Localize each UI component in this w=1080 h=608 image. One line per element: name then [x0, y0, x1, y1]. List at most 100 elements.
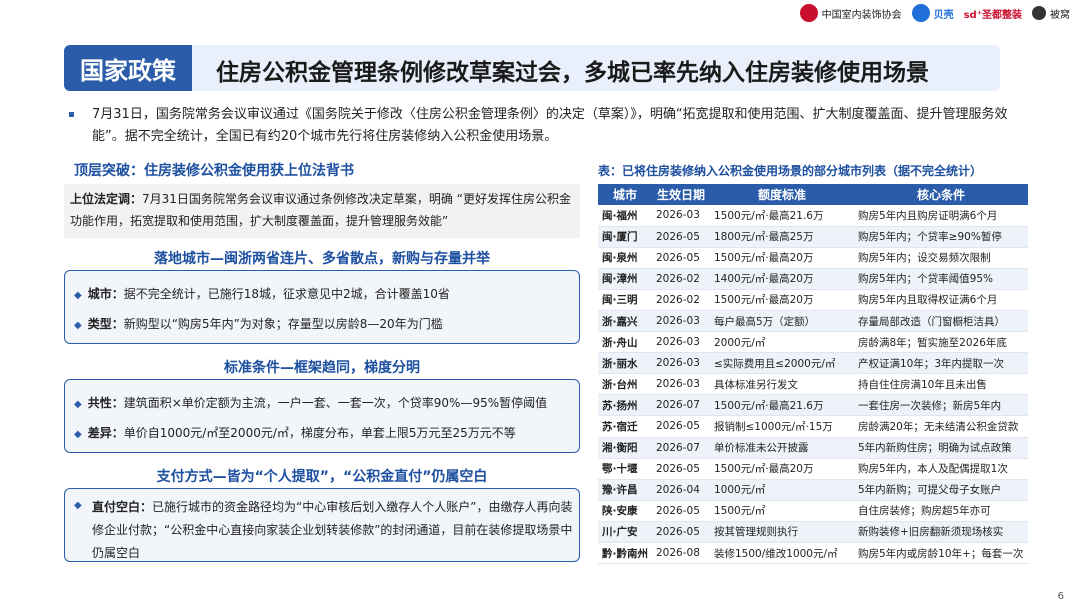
section-title-payment: 支付方式—皆为“个人提取”，“公积金直付”仍属空白 [156, 469, 488, 485]
cell-quota: 1500元/㎡·最高21.6万 [710, 205, 854, 227]
table-row: 闽·漳州 2026-02 1400元/㎡·最高20万 购房5年内；个贷率阈值95% [598, 268, 1028, 290]
cell-city: 浙·嘉兴 [598, 310, 652, 333]
gray-box-text: 上位法定调：7月31日国务院常务会议审议通过条例修改决定草案，明确 “更好发挥住… [70, 192, 571, 228]
cell-quota: 1400元/㎡·最高20万 [710, 268, 854, 290]
cell-condition: 5年内新购；可提父母子女账户 [854, 479, 1028, 501]
item-diff: ◆ 差异：单价自1000元/㎡至2000元/㎡，梯度分布，单套上限5万元至25万元… [74, 426, 516, 440]
city-table: 城市 生效日期 额度标准 核心条件 闽·福州 2026-03 1500元/㎡·最高2… [598, 184, 1028, 565]
cell-condition: 一套住房一次装修；新房5年内 [854, 394, 1028, 417]
page-number: 6 [1057, 591, 1064, 602]
cell-date: 2026-07 [652, 437, 710, 459]
bullet-icon: ▪ [68, 109, 75, 120]
cell-quota: 1500元/㎡ [710, 500, 854, 522]
table-row: 闽·福州 2026-03 1500元/㎡·最高21.6万 购房5年内且购房证明满6个月 [598, 205, 1028, 227]
cell-condition: 5年内新购住房；明确为试点政策 [854, 437, 1028, 459]
cell-date: 2026-05 [652, 226, 710, 248]
cell-condition: 新购装修+旧房翻新须现场核实 [854, 521, 1028, 544]
col-header-date: 生效日期 [652, 184, 710, 205]
cell-city: 湘·衡阳 [598, 437, 652, 459]
cell-city: 鄂·十堰 [598, 458, 652, 480]
diamond-icon: ◆ [74, 429, 82, 440]
cell-city: 闽·福州 [598, 205, 652, 227]
page-header: 国家政策 住房公积金管理条例修改草案过会，多城已率先纳入住房装修使用场景 [64, 45, 1000, 91]
cell-quota: ≤实际费用且≤2000元/㎡ [710, 352, 854, 375]
diamond-icon: ◆ [74, 320, 82, 331]
table-header-row: 城市 生效日期 额度标准 核心条件 [598, 184, 1028, 205]
cell-date: 2026-03 [652, 373, 710, 396]
cell-quota: 按其管理规则执行 [710, 521, 854, 544]
table-row: 川·广安 2026-05 按其管理规则执行 新购装修+旧房翻新须现场核实 [598, 521, 1028, 544]
cell-quota: 报销制≤1000元/㎡·15万 [710, 415, 854, 438]
table-row: 浙·舟山 2026-03 2000元/㎡ 房龄满8年；暂实施至2026年底 [598, 331, 1028, 354]
section-tag: 国家政策 [64, 45, 192, 91]
diamond-icon: ◆ [74, 399, 82, 410]
cell-city: 闽·泉州 [598, 247, 652, 269]
payment-paragraph: 直付空白：已施行城市的资金路径均为“中心审核后划入缴存人个人账户”，由缴存人再向… [92, 500, 573, 560]
cell-date: 2026-05 [652, 521, 710, 544]
table-row: 闽·厦门 2026-05 1800元/㎡·最高25万 购房5年内；个贷率≥90%暂停 [598, 226, 1028, 248]
cell-city: 闽·厦门 [598, 226, 652, 248]
cell-condition: 房龄满8年；暂实施至2026年底 [854, 331, 1028, 354]
diamond-icon: ◆ [74, 500, 82, 511]
cell-quota: 1500元/㎡·最高20万 [710, 458, 854, 480]
col-header-city: 城市 [598, 184, 652, 205]
cell-date: 2026-05 [652, 500, 710, 522]
cell-date: 2026-05 [652, 415, 710, 438]
section-title-cities: 落地城市—闽浙两省连片、多省散点，新购与存量并举 [154, 251, 490, 267]
cell-condition: 购房5年内；个贷率阈值95% [854, 268, 1028, 290]
cell-city: 川·广安 [598, 521, 652, 544]
cell-quota: 具体标准另行发文 [710, 373, 854, 396]
cida-emblem-icon [799, 4, 818, 22]
cell-date: 2026-08 [652, 542, 710, 565]
cell-condition: 购房5年内；个贷率≥90%暂停 [854, 226, 1028, 248]
table-row: 湘·衡阳 2026-07 单价标准未公开披露 5年内新购住房；明确为试点政策 [598, 437, 1028, 459]
beike-logo: 贝壳 [911, 4, 954, 22]
page-title: 住房公积金管理条例修改草案过会，多城已率先纳入住房装修使用场景 [216, 60, 929, 86]
cell-date: 2026-07 [652, 394, 710, 417]
cell-quota: 2000元/㎡ [710, 331, 854, 354]
cell-quota: 1500元/㎡·最高20万 [710, 247, 854, 269]
item-city: ◆ 城市：据不完全统计，已施行18城，征求意见中2城，合计覆盖10省 [74, 287, 450, 301]
cell-quota: 1000元/㎡ [710, 479, 854, 501]
cell-city: 苏·扬州 [598, 394, 652, 417]
table-row: 闽·三明 2026-02 1500元/㎡·最高20万 购房5年内且取得权证满6个月 [598, 289, 1028, 311]
cell-city: 豫·许昌 [598, 479, 652, 501]
cell-date: 2026-05 [652, 458, 710, 480]
cell-date: 2026-05 [652, 247, 710, 269]
table-row: 苏·扬州 2026-07 1500元/㎡·最高21.6万 一套住房一次装修；新房5年内 [598, 394, 1028, 417]
table-row: 黔·黔南州 2026-08 装修1500/维改1000元/㎡ 购房5年内或房龄10年+… [598, 542, 1028, 565]
shengdu-logo: sd⁺圣都整装 [963, 9, 1022, 21]
cell-condition: 产权证满10年；3年内提取一次 [854, 352, 1028, 375]
cell-date: 2026-02 [652, 289, 710, 311]
cell-condition: 自住房装修；购房超5年亦可 [854, 500, 1028, 522]
cell-city: 闽·三明 [598, 289, 652, 311]
cell-quota: 单价标准未公开披露 [710, 437, 854, 459]
cell-condition: 持自住住房满10年且未出售 [854, 373, 1028, 396]
cell-quota: 1500元/㎡·最高20万 [710, 289, 854, 311]
cell-city: 浙·台州 [598, 373, 652, 396]
cell-condition: 购房5年内且取得权证满6个月 [854, 289, 1028, 311]
cell-date: 2026-03 [652, 352, 710, 375]
intro-paragraph: 7月31日，国务院常务会议审议通过《国务院关于修改〈住房公积金管理条例〉的决定（… [92, 107, 1008, 144]
cell-date: 2026-03 [652, 205, 710, 227]
cell-condition: 购房5年内且购房证明满6个月 [854, 205, 1028, 227]
table-row: 浙·丽水 2026-03 ≤实际费用且≤2000元/㎡ 产权证满10年；3年内提取一次 [598, 352, 1028, 375]
cell-date: 2026-03 [652, 331, 710, 354]
beike-icon [911, 4, 930, 22]
section-title-standards: 标准条件—框架趋同，梯度分明 [224, 360, 420, 376]
cell-quota: 1500元/㎡·最高21.6万 [710, 394, 854, 417]
cida-logo: 中国室内装饰协会 [799, 4, 902, 22]
cell-date: 2026-04 [652, 479, 710, 501]
cell-date: 2026-02 [652, 268, 710, 290]
cell-city: 黔·黔南州 [598, 542, 652, 565]
table-row: 浙·嘉兴 2026-03 每户最高5万（定额） 存量局部改造（门窗橱柜洁具） [598, 310, 1028, 333]
table-row: 鄂·十堰 2026-05 1500元/㎡·最高20万 购房5年内，本人及配偶提取1次 [598, 458, 1028, 480]
cell-city: 闽·漳州 [598, 268, 652, 290]
cell-condition: 购房5年内，本人及配偶提取1次 [854, 458, 1028, 480]
subheading-top-level: 顶层突破：住房装修公积金使用获上位法背书 [74, 163, 354, 179]
cell-condition: 购房5年内或房龄10年+；每套一次 [854, 542, 1028, 565]
diamond-icon: ◆ [74, 290, 82, 301]
cell-condition: 存量局部改造（门窗橱柜洁具） [854, 310, 1028, 333]
cell-city: 苏·宿迁 [598, 415, 652, 438]
cell-quota: 1800元/㎡·最高25万 [710, 226, 854, 248]
